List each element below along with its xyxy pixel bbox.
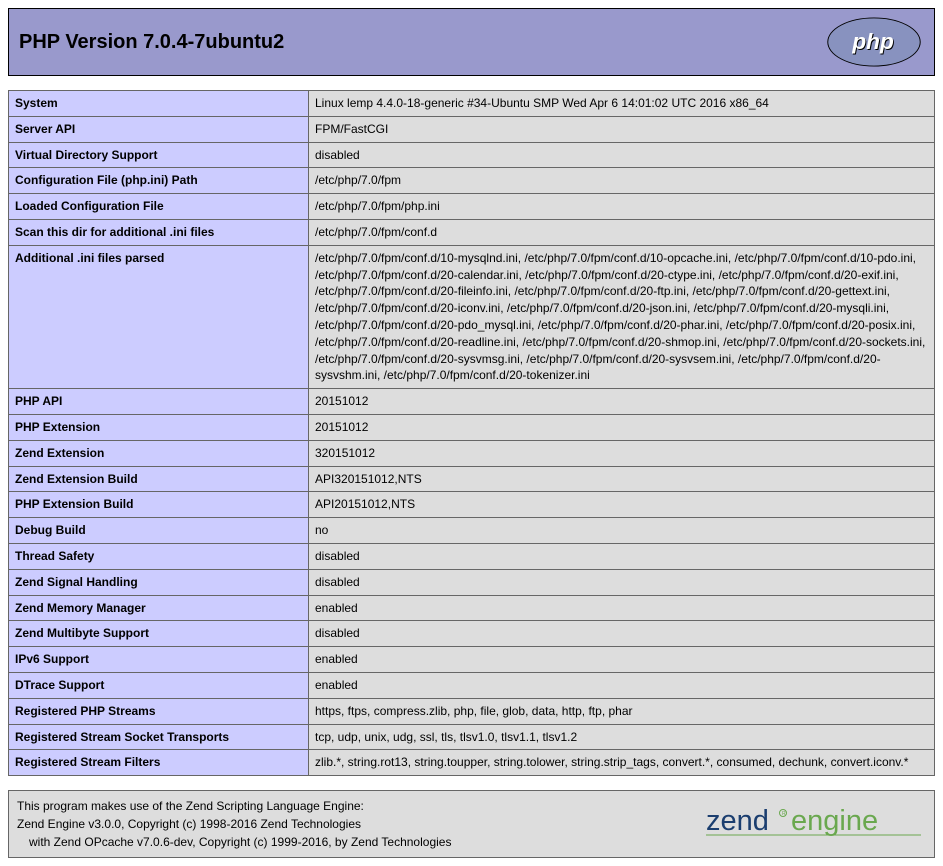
info-value: zlib.*, string.rot13, string.toupper, st… [309, 750, 935, 776]
zend-line-3: with Zend OPcache v7.0.6-dev, Copyright … [17, 833, 451, 851]
table-row: Registered PHP Streamshttps, ftps, compr… [9, 698, 935, 724]
table-row: Virtual Directory Supportdisabled [9, 142, 935, 168]
info-key: Zend Extension Build [9, 466, 309, 492]
svg-text:php: php [851, 29, 894, 54]
info-key: System [9, 91, 309, 117]
info-key: PHP Extension [9, 414, 309, 440]
table-row: PHP API20151012 [9, 389, 935, 415]
info-value: disabled [309, 543, 935, 569]
info-key: Registered Stream Filters [9, 750, 309, 776]
info-value: /etc/php/7.0/fpm/conf.d/10-mysqlnd.ini, … [309, 245, 935, 388]
info-table: SystemLinux lemp 4.4.0-18-generic #34-Ub… [8, 90, 935, 776]
table-row: Configuration File (php.ini) Path/etc/ph… [9, 168, 935, 194]
zend-line-2: Zend Engine v3.0.0, Copyright (c) 1998-2… [17, 815, 451, 833]
php-logo-icon: php php [824, 17, 924, 67]
table-row: IPv6 Supportenabled [9, 647, 935, 673]
info-key: Zend Signal Handling [9, 569, 309, 595]
zend-line-1: This program makes use of the Zend Scrip… [17, 799, 364, 813]
info-key: Debug Build [9, 518, 309, 544]
info-key: Registered PHP Streams [9, 698, 309, 724]
info-value: disabled [309, 621, 935, 647]
info-value: 320151012 [309, 440, 935, 466]
info-key: Thread Safety [9, 543, 309, 569]
table-row: Zend Signal Handlingdisabled [9, 569, 935, 595]
info-value: /etc/php/7.0/fpm [309, 168, 935, 194]
info-key: PHP Extension Build [9, 492, 309, 518]
table-row: SystemLinux lemp 4.4.0-18-generic #34-Ub… [9, 91, 935, 117]
table-row: Debug Buildno [9, 518, 935, 544]
table-row: DTrace Supportenabled [9, 672, 935, 698]
info-key: DTrace Support [9, 672, 309, 698]
table-row: Scan this dir for additional .ini files/… [9, 219, 935, 245]
table-row: Thread Safetydisabled [9, 543, 935, 569]
table-row: Zend Extension BuildAPI320151012,NTS [9, 466, 935, 492]
page-title: PHP Version 7.0.4-7ubuntu2 [19, 31, 284, 54]
zend-engine-box: This program makes use of the Zend Scrip… [8, 790, 935, 858]
zend-engine-logo-icon: zend R engine [706, 800, 926, 848]
svg-text:engine: engine [791, 805, 878, 837]
info-value: 20151012 [309, 414, 935, 440]
table-row: Server APIFPM/FastCGI [9, 116, 935, 142]
info-value: /etc/php/7.0/fpm/php.ini [309, 194, 935, 220]
info-key: Loaded Configuration File [9, 194, 309, 220]
info-key: Zend Memory Manager [9, 595, 309, 621]
info-value: disabled [309, 142, 935, 168]
table-row: PHP Extension BuildAPI20151012,NTS [9, 492, 935, 518]
info-value: enabled [309, 647, 935, 673]
table-row: PHP Extension20151012 [9, 414, 935, 440]
svg-text:R: R [782, 811, 786, 817]
svg-text:zend: zend [706, 805, 769, 837]
info-value: API320151012,NTS [309, 466, 935, 492]
info-value: enabled [309, 672, 935, 698]
info-key: Virtual Directory Support [9, 142, 309, 168]
info-value: no [309, 518, 935, 544]
info-key: Zend Extension [9, 440, 309, 466]
info-value: disabled [309, 569, 935, 595]
info-key: PHP API [9, 389, 309, 415]
table-row: Loaded Configuration File/etc/php/7.0/fp… [9, 194, 935, 220]
info-key: Zend Multibyte Support [9, 621, 309, 647]
header-banner: PHP Version 7.0.4-7ubuntu2 php php [8, 8, 935, 76]
table-row: Zend Multibyte Supportdisabled [9, 621, 935, 647]
info-key: Server API [9, 116, 309, 142]
info-value: https, ftps, compress.zlib, php, file, g… [309, 698, 935, 724]
info-key: Additional .ini files parsed [9, 245, 309, 388]
info-value: tcp, udp, unix, udg, ssl, tls, tlsv1.0, … [309, 724, 935, 750]
table-row: Registered Stream Socket Transportstcp, … [9, 724, 935, 750]
table-row: Registered Stream Filterszlib.*, string.… [9, 750, 935, 776]
info-value: API20151012,NTS [309, 492, 935, 518]
info-key: Scan this dir for additional .ini files [9, 219, 309, 245]
info-value: FPM/FastCGI [309, 116, 935, 142]
table-row: Zend Memory Managerenabled [9, 595, 935, 621]
info-key: IPv6 Support [9, 647, 309, 673]
info-value: 20151012 [309, 389, 935, 415]
zend-engine-text: This program makes use of the Zend Scrip… [17, 797, 451, 851]
info-value: /etc/php/7.0/fpm/conf.d [309, 219, 935, 245]
info-key: Configuration File (php.ini) Path [9, 168, 309, 194]
info-key: Registered Stream Socket Transports [9, 724, 309, 750]
info-value: Linux lemp 4.4.0-18-generic #34-Ubuntu S… [309, 91, 935, 117]
table-row: Additional .ini files parsed/etc/php/7.0… [9, 245, 935, 388]
info-value: enabled [309, 595, 935, 621]
table-row: Zend Extension320151012 [9, 440, 935, 466]
